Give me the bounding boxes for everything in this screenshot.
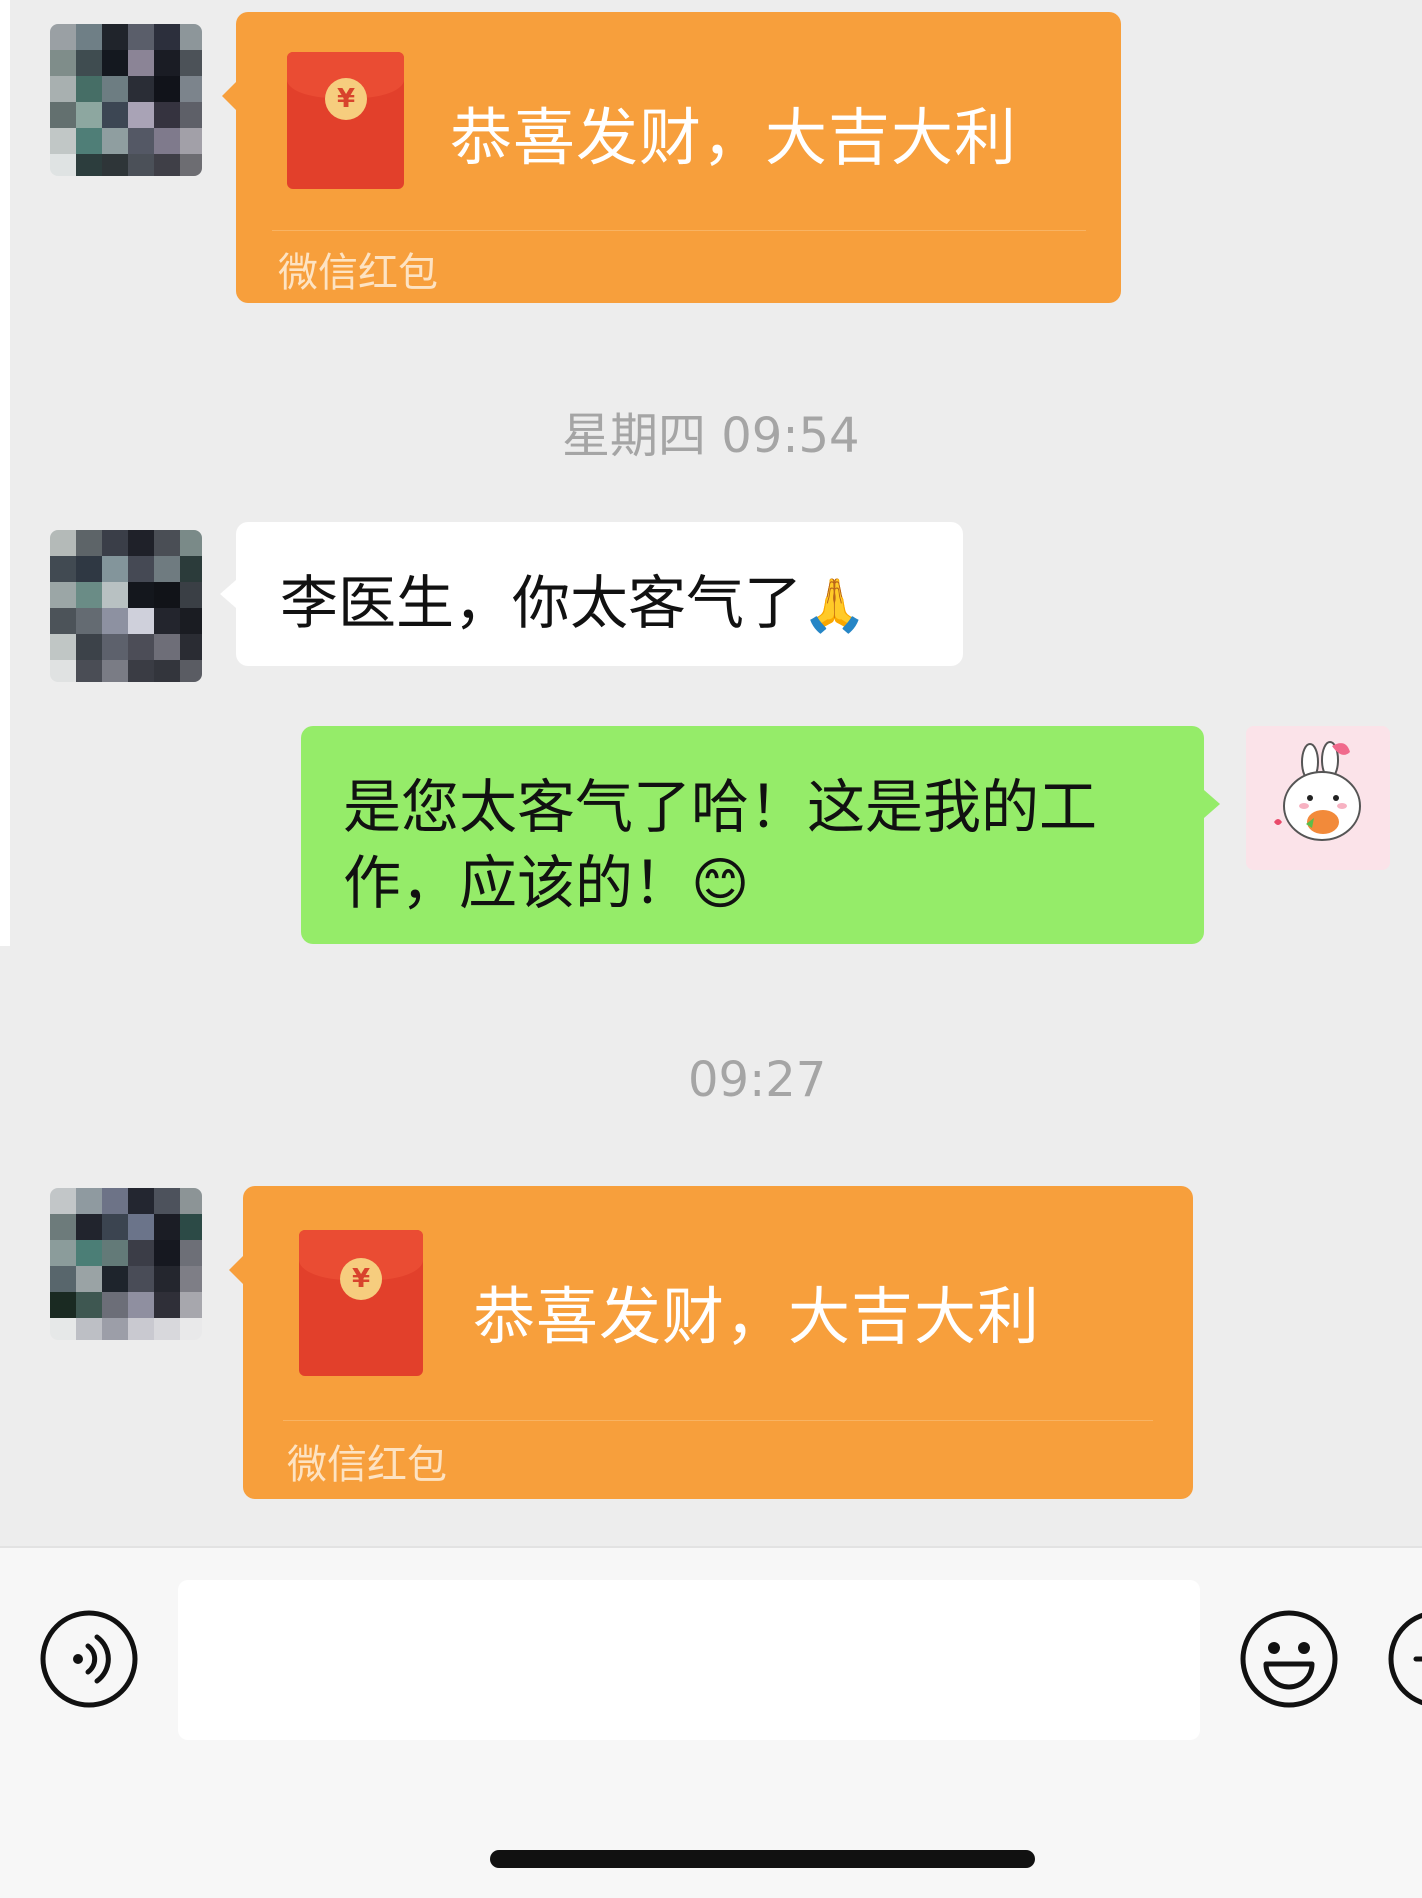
red-packet-divider: [272, 230, 1086, 231]
red-packet-label: 微信红包: [278, 250, 438, 296]
plus-icon: [1388, 1612, 1422, 1706]
input-bar: [0, 1546, 1422, 1898]
contact-avatar[interactable]: [50, 530, 202, 682]
message-text: 李医生，你太客气了: [280, 569, 803, 637]
more-button[interactable]: [1386, 1608, 1422, 1710]
red-packet-label: 微信红包: [287, 1442, 447, 1488]
bubble-tail: [220, 580, 236, 608]
smiling-face-icon: 😊: [691, 852, 750, 917]
emoji-icon: [1240, 1610, 1338, 1708]
chat-area: ¥ 恭喜发财，大吉大利 微信红包 星期四 09:54 李医生，你太客气了🙏 是您…: [0, 0, 1422, 1546]
bubble-tail: [229, 1256, 243, 1284]
message-timestamp: 09:27: [688, 1052, 827, 1108]
contact-avatar[interactable]: [50, 24, 202, 176]
bubble-tail: [222, 82, 236, 110]
left-edge-strip: [0, 0, 10, 946]
red-envelope-icon: ¥: [287, 52, 404, 189]
message-input[interactable]: [178, 1580, 1200, 1740]
red-packet-title: 恭喜发财，大吉大利: [450, 101, 1018, 174]
home-indicator[interactable]: [490, 1850, 1035, 1868]
outgoing-text-message[interactable]: 是您太客气了哈！这是我的工 作，应该的！😊: [301, 726, 1220, 944]
red-packet-title: 恭喜发财，大吉大利: [473, 1280, 1041, 1353]
red-packet-divider: [283, 1420, 1153, 1421]
red-envelope-icon: ¥: [299, 1230, 423, 1376]
yuan-coin-icon: ¥: [325, 78, 367, 120]
folded-hands-icon: 🙏: [802, 576, 867, 636]
voice-button[interactable]: [38, 1608, 140, 1714]
message-text-line-2: 作，应该的！: [343, 849, 692, 917]
contact-avatar[interactable]: [50, 1188, 202, 1340]
bubble-tail: [1204, 790, 1220, 818]
message-timestamp: 星期四 09:54: [562, 408, 860, 464]
message-text-line-1: 是您太客气了哈！这是我的工: [343, 773, 1098, 841]
self-avatar-bunny[interactable]: [1246, 726, 1390, 870]
red-packet-message[interactable]: ¥ 恭喜发财，大吉大利 微信红包: [222, 12, 1121, 303]
emoji-button[interactable]: [1238, 1608, 1340, 1714]
bunny-sticker-icon: [1246, 726, 1390, 870]
red-packet-message[interactable]: ¥ 恭喜发财，大吉大利 微信红包: [229, 1186, 1193, 1499]
voice-icon: [40, 1610, 138, 1708]
incoming-text-message[interactable]: 李医生，你太客气了🙏: [220, 522, 963, 666]
yuan-coin-icon: ¥: [340, 1258, 382, 1300]
